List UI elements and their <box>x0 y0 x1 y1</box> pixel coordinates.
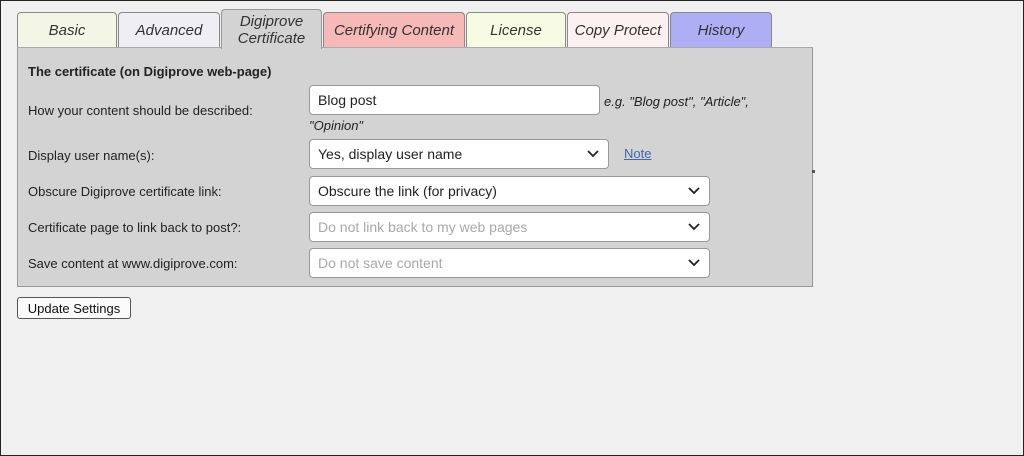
section-title: The certificate (on Digiprove web-page) <box>28 64 272 79</box>
obscure-link-value: Obscure the link (for privacy) <box>318 183 497 199</box>
description-input[interactable] <box>309 85 600 115</box>
display-user-label: Display user name(s): <box>28 148 155 163</box>
link-back-value: Do not link back to my web pages <box>318 219 528 235</box>
tab-certifying-content[interactable]: Certifying Content <box>323 12 465 48</box>
display-user-select[interactable]: Yes, display user name <box>309 139 609 169</box>
description-label: How your content should be described: <box>28 103 253 118</box>
divider-mark <box>812 170 815 173</box>
chevron-down-icon <box>687 186 701 196</box>
note-link[interactable]: Note <box>624 146 651 161</box>
save-content-select[interactable]: Do not save content <box>309 248 710 278</box>
obscure-link-label: Obscure Digiprove certificate link: <box>28 184 222 199</box>
tab-digiprove-certificate-label: Digiprove Certificate <box>237 12 306 47</box>
update-settings-button[interactable]: Update Settings <box>17 297 131 319</box>
tab-basic[interactable]: Basic <box>17 12 117 48</box>
display-user-value: Yes, display user name <box>318 146 463 162</box>
tab-copy-protect[interactable]: Copy Protect <box>567 12 669 48</box>
link-back-select[interactable]: Do not link back to my web pages <box>309 212 710 242</box>
save-content-label: Save content at www.digiprove.com: <box>28 256 238 271</box>
description-hint-continued: "Opinion" <box>309 118 364 133</box>
chevron-down-icon <box>687 222 701 232</box>
tab-history[interactable]: History <box>670 12 772 48</box>
description-hint: e.g. "Blog post", "Article", <box>604 94 749 109</box>
tab-digiprove-certificate[interactable]: Digiprove Certificate <box>221 9 322 49</box>
obscure-link-select[interactable]: Obscure the link (for privacy) <box>309 176 710 206</box>
settings-panel: The certificate (on Digiprove web-page) … <box>17 47 813 287</box>
link-back-label: Certificate page to link back to post?: <box>28 220 242 235</box>
tab-advanced[interactable]: Advanced <box>118 12 220 48</box>
chevron-down-icon <box>586 149 600 159</box>
save-content-value: Do not save content <box>318 255 443 271</box>
chevron-down-icon <box>687 258 701 268</box>
tab-license[interactable]: License <box>466 12 566 48</box>
